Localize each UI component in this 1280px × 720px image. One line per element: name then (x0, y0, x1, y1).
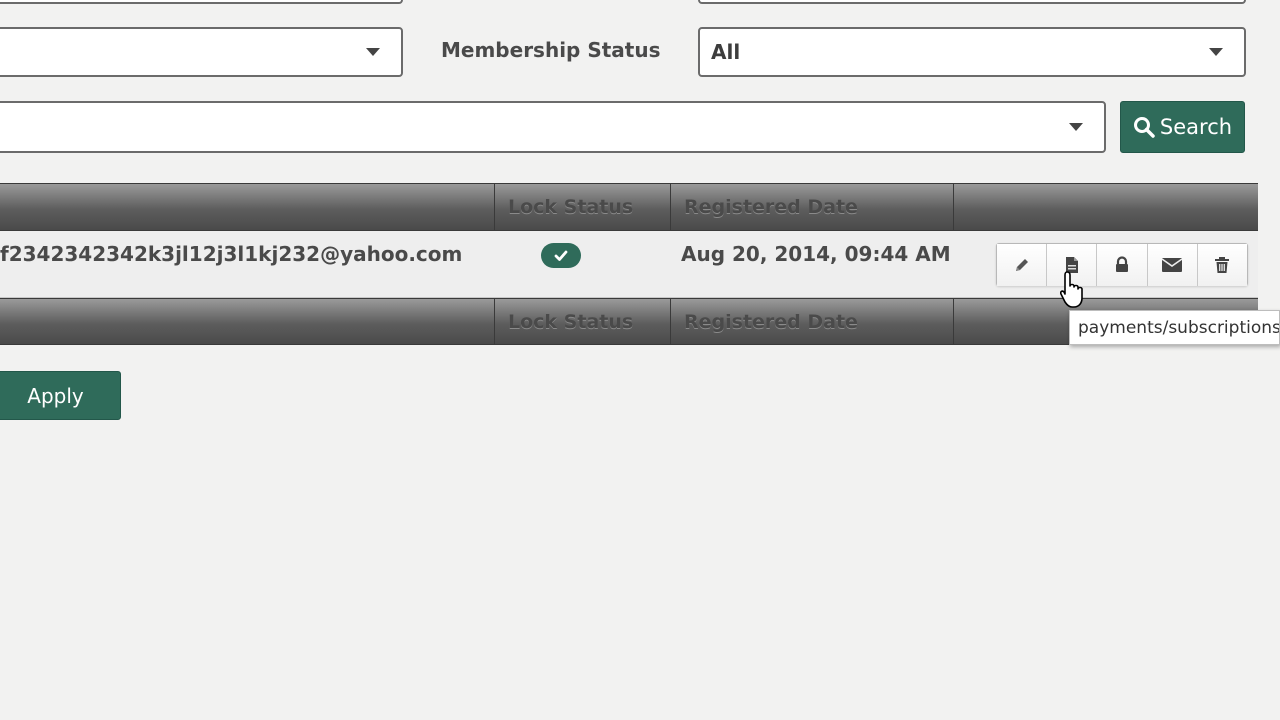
header-actions (953, 184, 1258, 230)
top-right-field[interactable] (698, 0, 1246, 4)
membership-status-value: All (711, 40, 741, 64)
membership-status-select[interactable]: All (698, 27, 1246, 77)
tooltip-text: payments/subscriptions (1078, 317, 1280, 338)
chevron-down-icon (366, 48, 380, 56)
header-col1 (0, 184, 494, 230)
lock-icon (1116, 256, 1128, 272)
row-email: f2342342342k3jl12j3l1kj232@yahoo.com (0, 242, 463, 266)
wide-filter-select[interactable] (0, 101, 1106, 153)
search-button[interactable]: Search (1120, 101, 1245, 153)
delete-button[interactable] (1197, 244, 1248, 286)
header-lock-status[interactable]: Lock Status (494, 184, 670, 230)
footer-col1 (0, 299, 494, 344)
checkmark-icon (554, 250, 568, 261)
search-button-label: Search (1159, 115, 1233, 139)
footer-lock-status[interactable]: Lock Status (494, 299, 670, 344)
chevron-down-icon (1069, 123, 1083, 131)
apply-button[interactable]: Apply (0, 371, 121, 420)
trash-icon (1215, 257, 1230, 273)
row-registered-date: Aug 20, 2014, 09:44 AM (681, 242, 951, 266)
row-actions (996, 243, 1248, 286)
footer-registered-date[interactable]: Registered Date (670, 299, 953, 344)
pencil-icon (1015, 259, 1028, 271)
table-header: Lock Status Registered Date (0, 183, 1258, 231)
chevron-down-icon (1209, 48, 1223, 56)
left-filter-select[interactable] (0, 27, 403, 77)
top-left-field[interactable] (0, 0, 403, 4)
apply-button-label: Apply (27, 383, 84, 408)
edit-button[interactable] (997, 244, 1048, 286)
lock-status-badge[interactable] (541, 243, 581, 268)
email-button[interactable] (1147, 244, 1198, 286)
envelope-icon (1161, 258, 1183, 272)
search-icon (1133, 117, 1155, 138)
tooltip: payments/subscriptions (1069, 310, 1280, 345)
membership-status-label: Membership Status (441, 38, 661, 62)
header-registered-date[interactable]: Registered Date (670, 184, 953, 230)
lock-button[interactable] (1097, 244, 1148, 286)
hand-cursor-icon (1060, 271, 1083, 308)
